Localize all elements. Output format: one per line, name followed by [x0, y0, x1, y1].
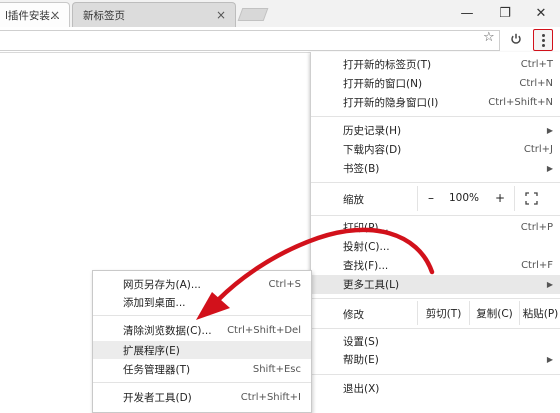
menu-shortcut: Ctrl+Shift+N — [488, 97, 553, 108]
menu-item-new-window[interactable]: 打开新的窗口(N) Ctrl+N — [311, 74, 560, 93]
more-tools-submenu: 网页另存为(A)... Ctrl+S 添加到桌面... 清除浏览数据(C)...… — [92, 270, 312, 413]
chrome-main-menu: 打开新的标签页(T) Ctrl+T 打开新的窗口(N) Ctrl+N 打开新的隐… — [310, 52, 560, 413]
menu-item-label: 扩展程序(E) — [123, 344, 180, 357]
menu-shortcut: Ctrl+Shift+Del — [227, 324, 301, 336]
menu-shortcut: Ctrl+Shift+I — [240, 391, 301, 403]
menu-shortcut: Shift+Esc — [252, 363, 301, 375]
toolbar: ☆ — [0, 27, 560, 53]
submenu-item-clear-data[interactable]: 清除浏览数据(C)... Ctrl+Shift+Del — [93, 321, 311, 339]
menu-divider — [311, 298, 560, 299]
maximize-icon[interactable]: ❐ — [486, 0, 524, 27]
copy-button[interactable]: 复制(C) — [469, 301, 519, 325]
menu-item-label: 历史记录(H) — [343, 125, 402, 137]
zoom-controls: – 100% + — [417, 186, 515, 211]
paste-button[interactable]: 粘贴(P) — [519, 301, 560, 325]
menu-item-find[interactable]: 查找(F)... Ctrl+F — [311, 256, 560, 275]
zoom-level: 100% — [449, 192, 480, 204]
menu-shortcut: Ctrl+T — [520, 59, 553, 70]
menu-item-cast[interactable]: 投射(C)... — [311, 237, 560, 256]
submenu-item-add-to-desktop[interactable]: 添加到桌面... — [93, 293, 311, 311]
menu-item-label: 打开新的隐身窗口(I) — [343, 97, 439, 109]
menu-divider — [93, 315, 311, 316]
chevron-right-icon: ▶ — [546, 164, 553, 173]
menu-shortcut: Ctrl+F — [521, 260, 553, 271]
menu-shortcut: Ctrl+J — [523, 144, 553, 155]
menu-item-label: 打开新的窗口(N) — [343, 78, 423, 90]
menu-item-new-incognito[interactable]: 打开新的隐身窗口(I) Ctrl+Shift+N — [311, 93, 560, 112]
menu-item-label: 更多工具(L) — [343, 279, 400, 291]
menu-item-bookmarks[interactable]: 书签(B) ▶ — [311, 159, 560, 178]
menu-divider — [93, 382, 311, 383]
submenu-item-extensions[interactable]: 扩展程序(E) — [93, 341, 311, 359]
address-bar[interactable] — [0, 30, 500, 51]
menu-item-label: 任务管理器(T) — [123, 363, 191, 376]
menu-shortcut: Ctrl+P — [520, 222, 553, 233]
fullscreen-icon[interactable] — [525, 192, 538, 205]
edit-label: 修改 — [343, 309, 364, 321]
menu-item-label: 打印(P)... — [343, 222, 389, 234]
bookmark-star-icon[interactable]: ☆ — [483, 30, 495, 45]
zoom-out-button[interactable]: – — [428, 191, 434, 205]
menu-item-label: 查找(F)... — [343, 260, 389, 272]
menu-item-label: 网页另存为(A)... — [123, 278, 201, 291]
menu-divider — [311, 328, 560, 329]
menu-item-label: 清除浏览数据(C)... — [123, 324, 212, 337]
chevron-right-icon: ▶ — [546, 126, 553, 135]
tab-strip: l插件安装... × 新标签页 × — ❐ ✕ — [0, 0, 560, 27]
close-icon[interactable]: × — [214, 8, 228, 22]
edit-row: 修改 剪切(T) 复制(C) 粘贴(P) — [311, 301, 560, 325]
menu-item-label: 开发者工具(D) — [123, 391, 192, 404]
new-tab-button[interactable] — [237, 8, 269, 21]
menu-item-label: 帮助(E) — [343, 354, 379, 366]
chevron-right-icon: ▶ — [546, 280, 553, 289]
tab-new-tab[interactable]: 新标签页 × — [72, 2, 236, 27]
chevron-right-icon: ▶ — [546, 355, 553, 364]
menu-item-print[interactable]: 打印(P)... Ctrl+P — [311, 218, 560, 237]
menu-item-label: 书签(B) — [343, 163, 380, 175]
vertical-dots-icon[interactable] — [533, 29, 553, 51]
menu-item-settings[interactable]: 设置(S) — [311, 332, 560, 351]
menu-item-downloads[interactable]: 下载内容(D) Ctrl+J — [311, 140, 560, 159]
menu-item-label: 退出(X) — [343, 383, 380, 395]
submenu-item-task-manager[interactable]: 任务管理器(T) Shift+Esc — [93, 360, 311, 378]
menu-item-history[interactable]: 历史记录(H) ▶ — [311, 121, 560, 140]
menu-item-more-tools[interactable]: 更多工具(L) ▶ — [311, 275, 560, 294]
power-icon[interactable] — [510, 33, 522, 45]
zoom-in-button[interactable]: + — [495, 191, 505, 205]
menu-shortcut: Ctrl+S — [268, 278, 301, 290]
submenu-item-dev-tools[interactable]: 开发者工具(D) Ctrl+Shift+I — [93, 388, 311, 406]
menu-shortcut: Ctrl+N — [519, 78, 553, 89]
tab-extension-install[interactable]: l插件安装... × — [0, 2, 70, 27]
minimize-icon[interactable]: — — [448, 0, 486, 27]
menu-item-label: 下载内容(D) — [343, 144, 402, 156]
zoom-label: 缩放 — [343, 194, 364, 206]
menu-item-label: 设置(S) — [343, 336, 379, 348]
menu-divider — [311, 374, 560, 375]
menu-item-help[interactable]: 帮助(E) ▶ — [311, 350, 560, 369]
zoom-row: 缩放 – 100% + — [311, 186, 560, 211]
menu-divider — [311, 116, 560, 117]
submenu-item-save-page[interactable]: 网页另存为(A)... Ctrl+S — [93, 275, 311, 293]
menu-divider — [311, 215, 560, 216]
cut-button[interactable]: 剪切(T) — [417, 301, 469, 325]
menu-item-new-tab[interactable]: 打开新的标签页(T) Ctrl+T — [311, 55, 560, 74]
tab-title: 新标签页 — [83, 9, 125, 22]
window-close-icon[interactable]: ✕ — [522, 0, 560, 27]
menu-item-label: 添加到桌面... — [123, 296, 186, 309]
menu-item-exit[interactable]: 退出(X) — [311, 379, 560, 398]
menu-item-label: 打开新的标签页(T) — [343, 59, 432, 71]
menu-divider — [311, 182, 560, 183]
close-icon[interactable]: × — [48, 8, 62, 22]
menu-item-label: 投射(C)... — [343, 241, 390, 253]
